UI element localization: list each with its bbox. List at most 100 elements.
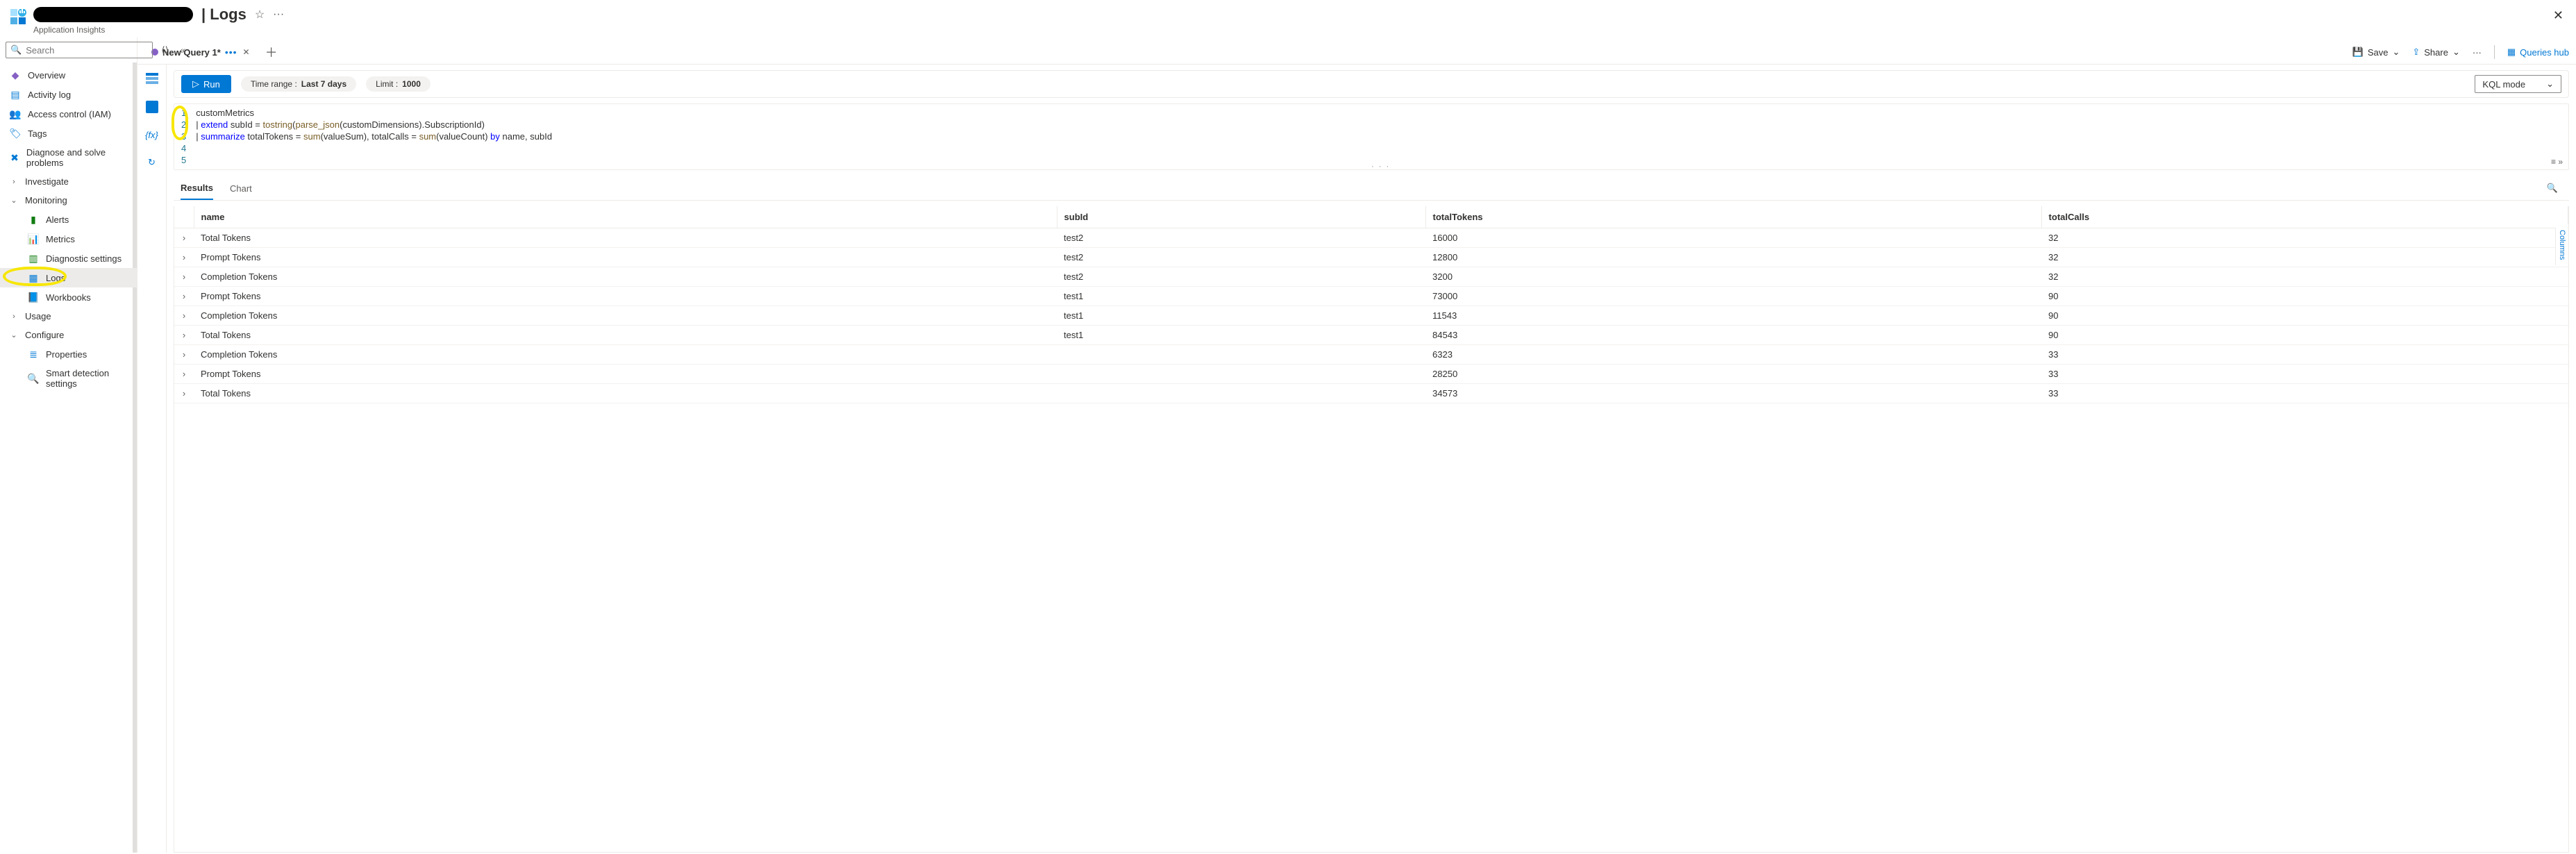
editor-expand-icon[interactable]: ≡ » <box>2551 157 2563 167</box>
close-blade-icon[interactable]: ✕ <box>2550 6 2566 26</box>
table-row[interactable]: ›Prompt Tokens2825033 <box>174 365 2568 384</box>
sidebar-item-diagnose-and-solve-problems[interactable]: ✖Diagnose and solve problems <box>0 143 137 172</box>
chevron-icon: ⌄ <box>10 330 18 340</box>
sidebar-item-activity-log[interactable]: ▤Activity log <box>0 85 137 104</box>
collapse-sidebar-icon[interactable]: « <box>177 43 188 57</box>
tab-chart[interactable]: Chart <box>230 176 252 199</box>
query-tab-menu-icon[interactable]: ••• <box>225 47 237 58</box>
resource-type-label: Application Insights <box>33 25 284 35</box>
page-header: | Logs ☆ ··· Application Insights ✕ <box>0 0 2576 37</box>
sidebar-item-label: Logs <box>46 273 65 283</box>
query-editor[interactable]: 12345 customMetrics| extend subId = tost… <box>174 103 2569 170</box>
sidebar-item-tags[interactable]: 🏷Tags <box>0 124 137 143</box>
code-line[interactable]: | summarize totalTokens = sum(valueSum),… <box>196 131 552 142</box>
resource-name-redacted <box>33 7 193 22</box>
query-tab-close-icon[interactable]: ✕ <box>243 47 250 57</box>
sidebar-item-label: Diagnose and solve problems <box>26 147 130 168</box>
row-expand-icon[interactable]: › <box>174 267 194 287</box>
sidebar-item-label: Metrics <box>46 234 75 244</box>
column-header-totalTokens[interactable]: totalTokens <box>1425 206 2041 228</box>
queries-hub-button[interactable]: ▦ Queries hub <box>2507 47 2569 58</box>
row-expand-icon[interactable]: › <box>174 365 194 384</box>
rail-tables-icon[interactable] <box>144 72 160 87</box>
expand-icon[interactable]: ⟨⟩ <box>158 43 172 58</box>
save-button[interactable]: 💾 Save ⌄ <box>2352 47 2400 58</box>
cell: 90 <box>2041 287 2568 306</box>
rail-queries-icon[interactable] <box>144 99 160 115</box>
iam-icon: 👥 <box>10 108 21 119</box>
sidebar-item-diagnostic-settings[interactable]: ▥ Diagnostic settings <box>0 249 137 268</box>
page-title: | Logs <box>201 6 246 24</box>
sidebar-section-usage[interactable]: ›Usage <box>0 307 137 326</box>
limit-pill[interactable]: Limit : 1000 <box>366 76 430 92</box>
sidebar-section-label: Monitoring <box>25 195 67 206</box>
sidebar-section-label: Configure <box>25 330 64 340</box>
code-line[interactable]: customMetrics <box>196 107 552 119</box>
header-more-icon[interactable]: ··· <box>273 8 284 21</box>
table-row[interactable]: ›Prompt Tokenstest21280032 <box>174 248 2568 267</box>
sidebar-section-label: Investigate <box>25 176 69 187</box>
alerts-icon: ▮ <box>28 214 39 225</box>
tab-results[interactable]: Results <box>181 176 213 200</box>
sidebar-section-monitoring[interactable]: ⌄Monitoring <box>0 191 137 210</box>
chevron-icon: › <box>10 312 18 321</box>
sidebar-item-workbooks[interactable]: 📘Workbooks <box>0 287 137 307</box>
favorite-star-icon[interactable]: ☆ <box>255 8 265 22</box>
sidebar: 🔍 ⟨⟩ « ◆Overview▤Activity log👥Access con… <box>0 37 137 853</box>
cell: test1 <box>1057 326 1425 345</box>
tab-more-icon[interactable]: ··· <box>2473 47 2482 58</box>
rail-history-icon[interactable]: ↻ <box>144 155 160 170</box>
results-search-icon[interactable]: 🔍 <box>2543 178 2562 198</box>
table-row[interactable]: ›Total Tokenstest18454390 <box>174 326 2568 345</box>
cell: 84543 <box>1425 326 2041 345</box>
cell: 6323 <box>1425 345 2041 365</box>
row-expand-icon[interactable]: › <box>174 287 194 306</box>
share-icon: ⇪ <box>2412 47 2420 58</box>
diagset-icon: ▥ <box>28 253 39 264</box>
share-button[interactable]: ⇪ Share ⌄ <box>2412 47 2460 58</box>
timerange-pill[interactable]: Time range : Last 7 days <box>241 76 356 92</box>
code-line[interactable] <box>196 154 552 166</box>
rail-functions-icon[interactable]: {fx} <box>144 127 160 142</box>
cell: Total Tokens <box>194 326 1057 345</box>
mode-select[interactable]: KQL mode ⌄ <box>2475 75 2561 93</box>
columns-panel-toggle[interactable]: Columns <box>2555 224 2568 265</box>
row-expand-icon[interactable]: › <box>174 384 194 403</box>
sidebar-search[interactable]: 🔍 <box>6 42 153 58</box>
table-row[interactable]: ›Completion Tokenstest11154390 <box>174 306 2568 326</box>
column-header-name[interactable]: name <box>194 206 1057 228</box>
table-row[interactable]: ›Completion Tokens632333 <box>174 345 2568 365</box>
overview-icon: ◆ <box>10 69 21 81</box>
column-header-totalCalls[interactable]: totalCalls <box>2041 206 2568 228</box>
sidebar-item-metrics[interactable]: 📊Metrics <box>0 229 137 249</box>
row-expand-icon[interactable]: › <box>174 326 194 345</box>
table-row[interactable]: ›Total Tokenstest21600032 <box>174 228 2568 248</box>
column-header-subId[interactable]: subId <box>1057 206 1425 228</box>
table-row[interactable]: ›Total Tokens3457333 <box>174 384 2568 403</box>
sidebar-item-alerts[interactable]: ▮Alerts <box>0 210 137 229</box>
sidebar-item-access-control-iam-[interactable]: 👥Access control (IAM) <box>0 104 137 124</box>
cell: Prompt Tokens <box>194 248 1057 267</box>
sidebar-scrollbar[interactable] <box>133 62 137 853</box>
sidebar-item-properties[interactable]: ≣Properties <box>0 344 137 364</box>
sidebar-search-input[interactable] <box>26 45 148 56</box>
row-expand-icon[interactable]: › <box>174 345 194 365</box>
sidebar-item-smart-detection-settings[interactable]: 🔍Smart detection settings <box>0 364 137 393</box>
row-expand-icon[interactable]: › <box>174 248 194 267</box>
sidebar-section-investigate[interactable]: ›Investigate <box>0 172 137 191</box>
sidebar-section-configure[interactable]: ⌄ Configure <box>0 326 137 344</box>
code-line[interactable] <box>196 142 552 154</box>
table-row[interactable]: ›Completion Tokenstest2320032 <box>174 267 2568 287</box>
run-button[interactable]: ▷ Run <box>181 75 231 93</box>
logs-icon: ▦ <box>28 272 39 283</box>
sidebar-item-logs[interactable]: ▦ Logs <box>0 268 137 287</box>
code-line[interactable]: | extend subId = tostring(parse_json(cus… <box>196 119 552 131</box>
add-query-tab-icon[interactable]: ＋ <box>260 40 283 64</box>
sidebar-item-overview[interactable]: ◆Overview <box>0 65 137 85</box>
row-expand-icon[interactable]: › <box>174 306 194 326</box>
table-row[interactable]: ›Prompt Tokenstest17300090 <box>174 287 2568 306</box>
sidebar-item-label: Diagnostic settings <box>46 253 122 264</box>
row-expand-icon[interactable]: › <box>174 228 194 248</box>
left-rail: {fx} ↻ <box>137 65 167 853</box>
resize-handle-icon[interactable]: · · · <box>1371 162 1390 171</box>
